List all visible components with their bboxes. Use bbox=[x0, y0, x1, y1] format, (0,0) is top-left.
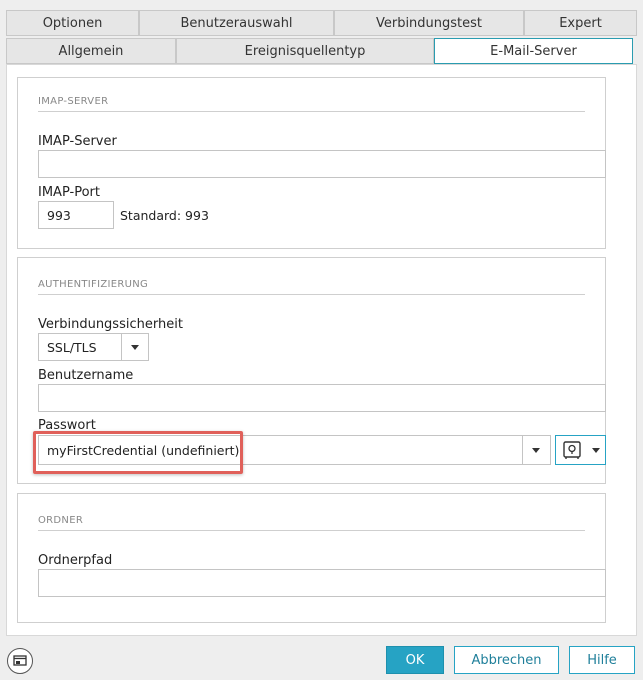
imap-server-input[interactable] bbox=[38, 150, 606, 178]
folder-section-title: ORDNER bbox=[38, 515, 84, 526]
imap-port-label: IMAP-Port bbox=[38, 185, 100, 200]
imap-server-label: IMAP-Server bbox=[38, 134, 117, 149]
tab-allgemein[interactable]: Allgemein bbox=[6, 38, 176, 64]
divider bbox=[38, 294, 585, 295]
cancel-button[interactable]: Abbrechen bbox=[454, 646, 559, 674]
chevron-down-icon bbox=[532, 448, 540, 453]
security-value: SSL/TLS bbox=[47, 340, 97, 355]
tab-label: Allgemein bbox=[58, 43, 124, 59]
divider bbox=[38, 530, 585, 531]
tab-benutzerauswahl[interactable]: Benutzerauswahl bbox=[139, 10, 334, 36]
tab-label: Benutzerauswahl bbox=[180, 15, 293, 31]
window-toggle-button[interactable] bbox=[7, 648, 33, 674]
imap-section-title: IMAP-SERVER bbox=[38, 96, 109, 107]
imap-port-input[interactable]: 993 bbox=[38, 201, 114, 229]
imap-port-default: Standard: 993 bbox=[120, 208, 209, 223]
tab-label: E-Mail-Server bbox=[490, 43, 577, 59]
security-select[interactable]: SSL/TLS bbox=[38, 333, 149, 361]
imap-server-group: IMAP-SERVER IMAP-Server IMAP-Port 993 St… bbox=[17, 77, 606, 249]
username-label: Benutzername bbox=[38, 368, 134, 383]
divider bbox=[121, 334, 122, 360]
tab-verbindungstest[interactable]: Verbindungstest bbox=[334, 10, 524, 36]
divider bbox=[38, 111, 585, 112]
tab-label: Expert bbox=[559, 15, 602, 31]
tab-label: Ereignisquellentyp bbox=[244, 43, 366, 59]
ok-button[interactable]: OK bbox=[386, 646, 444, 674]
chevron-down-icon bbox=[131, 345, 139, 350]
divider bbox=[522, 436, 523, 464]
tab-expert[interactable]: Expert bbox=[524, 10, 637, 36]
window-icon bbox=[13, 655, 27, 666]
chevron-down-icon bbox=[592, 448, 600, 453]
content-panel: IMAP-SERVER IMAP-Server IMAP-Port 993 St… bbox=[6, 64, 637, 636]
credential-manager-button[interactable] bbox=[555, 435, 606, 465]
auth-section-title: AUTHENTIFIZIERUNG bbox=[38, 279, 149, 290]
tab-label: Optionen bbox=[42, 15, 103, 31]
password-highlight-box bbox=[33, 431, 243, 474]
security-label: Verbindungssicherheit bbox=[38, 317, 183, 332]
folder-group: ORDNER Ordnerpfad bbox=[17, 493, 606, 623]
tab-optionen[interactable]: Optionen bbox=[6, 10, 139, 36]
credential-safe-icon bbox=[563, 441, 581, 459]
tab-label: Verbindungstest bbox=[375, 15, 483, 31]
help-button[interactable]: Hilfe bbox=[569, 646, 635, 674]
tab-ereignisquellentyp[interactable]: Ereignisquellentyp bbox=[176, 38, 434, 64]
folder-path-input[interactable] bbox=[38, 569, 606, 597]
tab-email-server[interactable]: E-Mail-Server bbox=[434, 38, 633, 64]
username-input[interactable] bbox=[38, 384, 606, 412]
folder-path-label: Ordnerpfad bbox=[38, 553, 113, 568]
